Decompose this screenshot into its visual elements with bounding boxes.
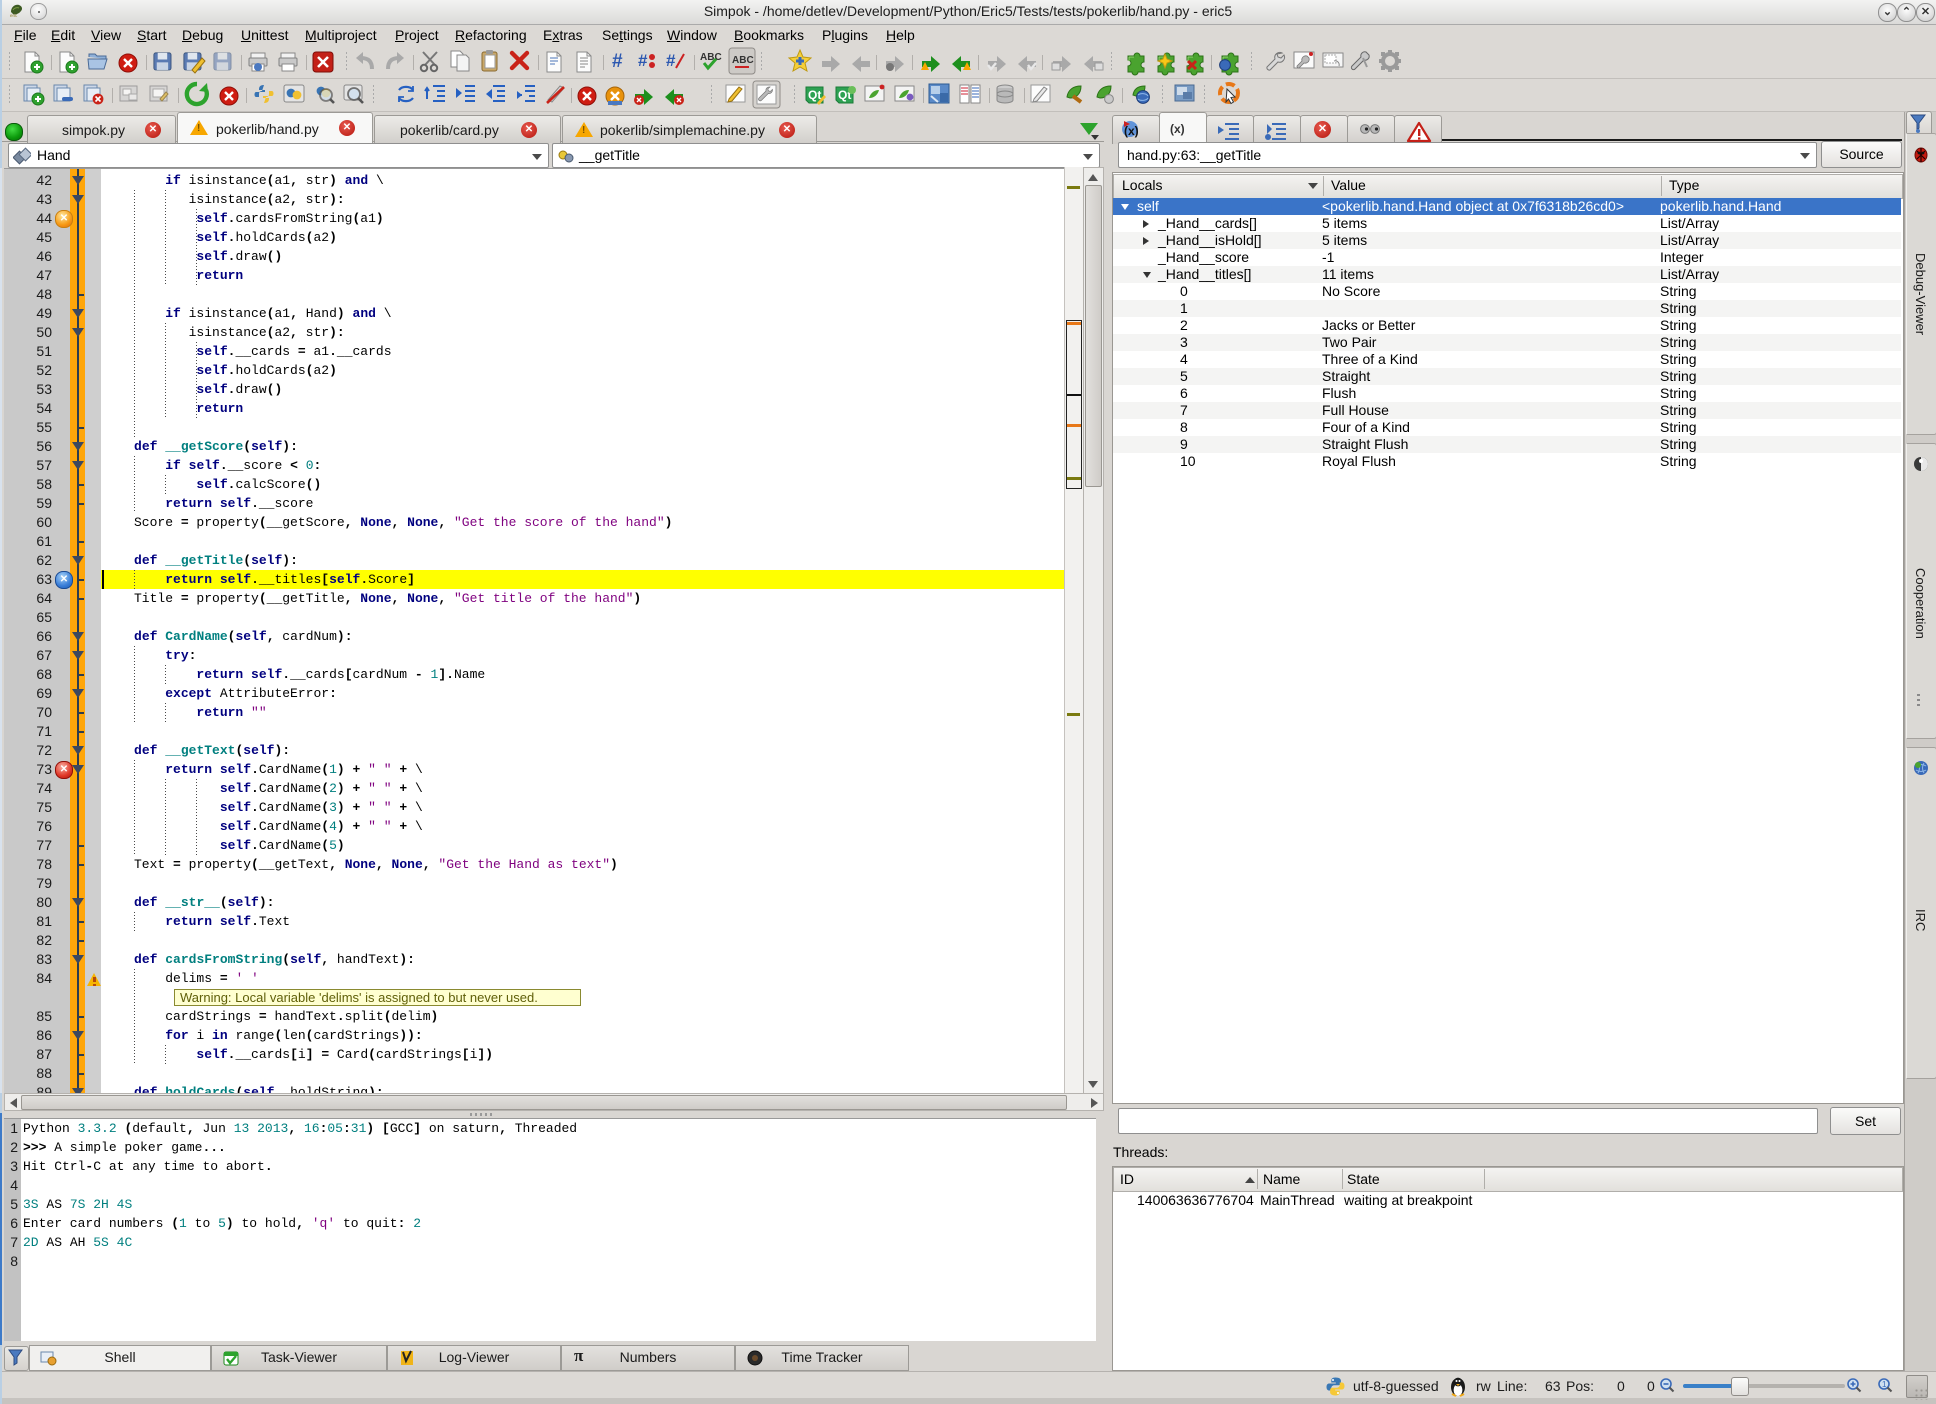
svg-text:ABC: ABC xyxy=(700,52,722,63)
svg-text:(x): (x) xyxy=(1124,124,1139,138)
svg-text:ABC: ABC xyxy=(732,55,754,66)
svg-text:#: # xyxy=(612,51,623,72)
svg-text:Qt: Qt xyxy=(808,88,821,102)
svg-text:#: # xyxy=(638,51,648,70)
svg-text:1: 1 xyxy=(1882,1380,1887,1389)
svg-text:(x): (x) xyxy=(1170,122,1185,136)
svg-text:#: # xyxy=(666,51,676,70)
